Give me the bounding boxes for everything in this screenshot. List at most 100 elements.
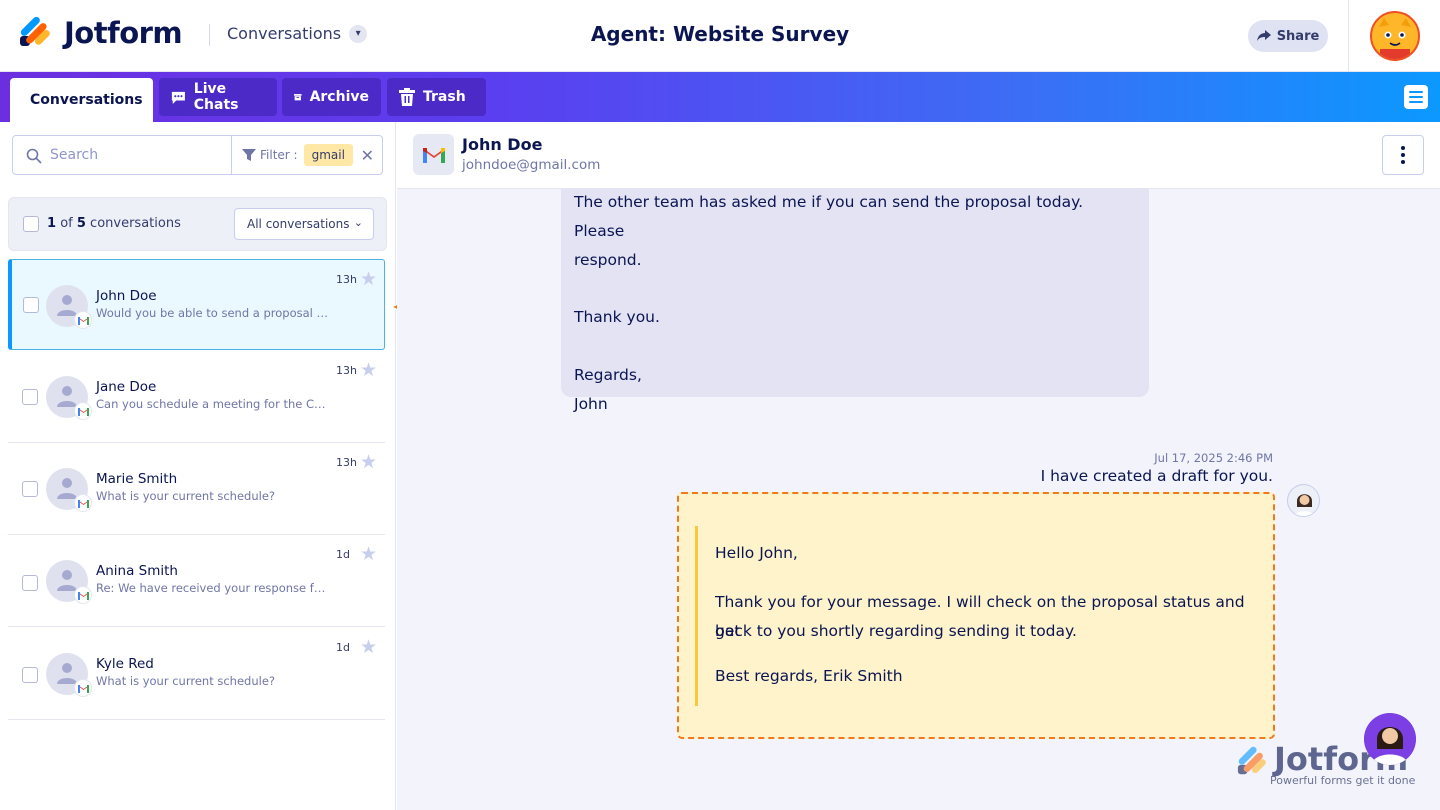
gmail-icon (74, 311, 92, 329)
list-item[interactable]: Jane Doe Can you schedule a meeting for … (8, 351, 385, 443)
person-icon (57, 570, 77, 591)
dropdown-value: All conversations (247, 217, 350, 231)
conversation-name: Marie Smith (96, 471, 178, 487)
row-checkbox[interactable] (22, 481, 38, 497)
gmail-icon (74, 586, 92, 604)
tab-trash[interactable]: Trash (387, 78, 486, 116)
conversation-time: 13h (336, 364, 357, 377)
list-item[interactable]: Marie Smith What is your current schedul… (8, 443, 385, 535)
gmail-icon (74, 402, 92, 420)
search-bar: Filter : gmail ✕ (12, 135, 383, 175)
page-title: Agent: Website Survey (590, 22, 850, 46)
chevron-down-icon: ⌄ (353, 216, 363, 229)
person-icon (57, 478, 77, 499)
row-checkbox[interactable] (22, 575, 38, 591)
conversation-time: 13h (336, 273, 357, 286)
row-checkbox[interactable] (22, 389, 38, 405)
message-text: The other team has asked me if you can s… (574, 193, 1084, 240)
section-dropdown-label: Conversations (227, 24, 342, 43)
chat-icon (171, 91, 185, 104)
contact-email: johndoe@gmail.com (462, 157, 601, 173)
agent-avatar (1287, 484, 1320, 517)
gmail-icon (74, 679, 92, 697)
tab-label: Live Chats (193, 81, 239, 113)
archive-icon (294, 94, 302, 101)
conversation-list-panel: Filter : gmail ✕ 1 of 5 conversations Al… (0, 122, 396, 810)
incoming-message-bubble: The other team has asked me if you can s… (561, 189, 1149, 413)
message-text: Thank you. (574, 308, 660, 326)
header-divider (209, 24, 210, 46)
filter-label: Filter : (260, 148, 298, 162)
gmail-icon (74, 494, 92, 512)
draft-greeting: Hello John, (715, 544, 798, 562)
jotform-logo-icon (1237, 746, 1266, 775)
tab-live-chats[interactable]: Live Chats (159, 78, 277, 116)
row-checkbox[interactable] (22, 667, 38, 683)
agent-person-icon (1288, 485, 1319, 516)
share-button[interactable]: Share (1248, 20, 1328, 52)
tab-label: Trash (423, 89, 466, 105)
hamburger-menu-icon[interactable] (1404, 85, 1428, 109)
conversation-name: Anina Smith (96, 563, 178, 579)
person-icon (57, 663, 77, 684)
conversation-detail-panel: John Doe johndoe@gmail.com The other tea… (397, 122, 1440, 810)
clear-filter-icon[interactable]: ✕ (361, 146, 374, 165)
contact-name: John Doe (462, 135, 543, 154)
search-input[interactable] (14, 137, 230, 173)
conversation-time: 1d (336, 641, 350, 654)
star-icon[interactable]: ★ (360, 451, 377, 473)
more-options-icon[interactable] (1382, 135, 1424, 175)
chevron-down-icon: ▾ (349, 24, 368, 43)
brand-name: Jotform (64, 16, 183, 50)
tab-label: Conversations (30, 92, 143, 108)
outgoing-message-text: I have created a draft for you. (1040, 467, 1273, 485)
conversation-type-dropdown[interactable]: All conversations ⌄ (234, 208, 374, 240)
person-icon (57, 386, 77, 407)
star-icon[interactable]: ★ (360, 359, 377, 381)
tab-label: Archive (309, 89, 369, 105)
conversation-name: Kyle Red (96, 656, 154, 672)
user-avatar[interactable] (1370, 11, 1420, 61)
share-arrow-icon (1256, 30, 1271, 41)
message-text: Regards, (574, 366, 642, 384)
ai-agent-bot-avatar[interactable] (1364, 713, 1416, 765)
star-icon[interactable]: ★ (360, 636, 377, 658)
person-icon (57, 295, 77, 316)
conversation-time: 13h (336, 456, 357, 469)
message-timestamp: Jul 17, 2025 2:46 PM (1154, 451, 1273, 465)
jotform-logo[interactable]: Jotform (18, 16, 183, 50)
conversation-time: 1d (336, 548, 350, 561)
tab-bar: Conversations Live Chats Archive Trash (0, 72, 1440, 122)
conversation-preview: What is your current schedule? (96, 489, 276, 503)
filter-chip[interactable]: gmail (303, 144, 353, 166)
star-icon[interactable]: ★ (360, 543, 377, 565)
conversation-preview: Would you be able to send a proposal tod… (96, 306, 332, 320)
watermark-tagline: Powerful forms get it done (1270, 774, 1416, 787)
conversation-preview: What is your current schedule? (96, 674, 276, 688)
top-header: Jotform Conversations ▾ Agent: Website S… (0, 0, 1440, 72)
conversation-preview: Can you schedule a meeting for the CQ re… (96, 397, 332, 411)
contact-header: John Doe johndoe@gmail.com (397, 122, 1440, 189)
list-item[interactable]: Anina Smith Re: We have received your re… (8, 535, 385, 627)
message-text: respond. (574, 251, 642, 269)
list-item[interactable]: John Doe Would you be able to send a pro… (8, 259, 385, 350)
conversation-name: Jane Doe (96, 379, 157, 395)
agent-person-icon (1364, 713, 1416, 765)
gmail-icon (413, 134, 454, 175)
list-toolbar: 1 of 5 conversations All conversations ⌄ (8, 197, 387, 251)
list-item[interactable]: Kyle Red What is your current schedule? … (8, 628, 385, 720)
draft-reply-card[interactable]: Hello John, Thank you for your message. … (677, 492, 1275, 739)
conversation-name: John Doe (96, 288, 157, 304)
trash-icon (399, 88, 415, 106)
select-all-checkbox[interactable] (23, 216, 39, 232)
podo-mascot-icon (1376, 18, 1414, 59)
header-divider-right (1348, 0, 1349, 72)
section-dropdown[interactable]: Conversations ▾ (227, 24, 368, 43)
conversation-preview: Re: We have received your response for t… (96, 581, 332, 595)
conversation-count: 1 of 5 conversations (47, 216, 181, 231)
filter-funnel-icon (242, 149, 256, 161)
star-icon[interactable]: ★ (360, 268, 377, 290)
tab-archive[interactable]: Archive (282, 78, 381, 116)
tab-conversations[interactable]: Conversations (10, 78, 153, 122)
row-checkbox[interactable] (23, 297, 39, 313)
